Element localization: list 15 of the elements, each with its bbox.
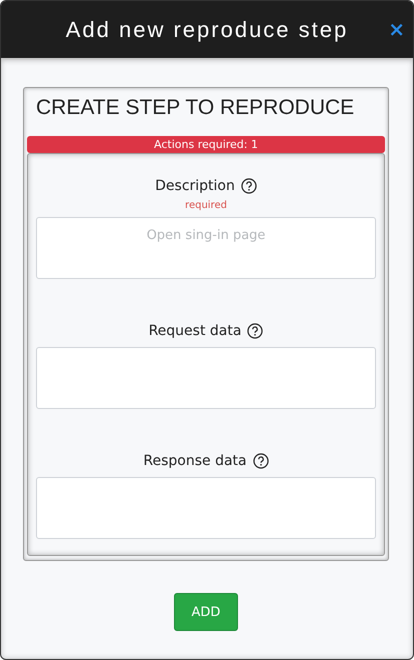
dialog-title: Add new reproduce step [66,16,348,42]
add-button[interactable]: ADD [174,593,238,631]
alert-banner: Actions required: 1 [27,136,385,153]
field-label: Response data [143,453,247,469]
close-button[interactable]: × [386,17,407,41]
field-label: Description [155,178,235,194]
required-note: required [185,200,227,211]
text-field[interactable] [36,347,376,409]
help-icon[interactable] [240,178,257,194]
card-title: CREATE STEP TO REPRODUCE [36,96,356,120]
help-icon[interactable] [247,323,264,339]
text-field[interactable]: Open sing-in page [36,217,376,279]
text-field[interactable] [36,477,376,539]
help-icon[interactable] [252,453,269,469]
field-label: Request data [148,323,242,339]
